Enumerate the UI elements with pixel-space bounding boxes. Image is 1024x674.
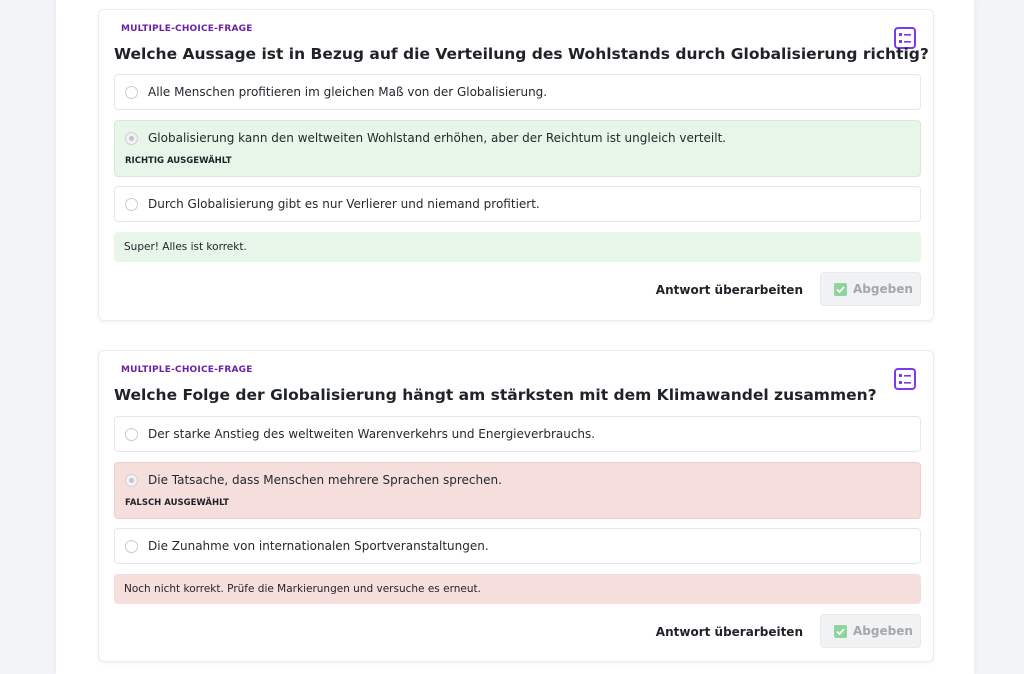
answer-option-label: Globalisierung kann den weltweiten Wohls… (148, 131, 727, 145)
radio-icon[interactable] (125, 428, 138, 441)
answer-option-label: Durch Globalisierung gibt es nur Verlier… (148, 197, 540, 211)
radio-icon[interactable] (125, 132, 138, 145)
page-content: MULTIPLE-CHOICE-FRAGE Welche Aussage ist… (56, 0, 974, 674)
radio-icon[interactable] (125, 474, 138, 487)
question-type-label: MULTIPLE-CHOICE-FRAGE (121, 24, 253, 34)
answer-option-label: Die Tatsache, dass Menschen mehrere Spra… (148, 473, 502, 487)
answer-option-label: Der starke Anstieg des weltweiten Warenv… (148, 427, 596, 441)
answer-option[interactable]: Der starke Anstieg des weltweiten Warenv… (114, 416, 921, 452)
feedback-message: Super! Alles ist korrekt. (114, 232, 921, 262)
checkbox-check-icon (834, 625, 847, 638)
answer-option[interactable]: Die Zunahme von internationalen Sportver… (114, 528, 921, 564)
radio-icon[interactable] (125, 540, 138, 553)
feedback-message: Noch nicht korrekt. Prüfe die Markierung… (114, 574, 921, 604)
revise-answer-button[interactable]: Antwort überarbeiten (655, 615, 813, 649)
answer-option[interactable]: Alle Menschen profitieren im gleichen Ma… (114, 74, 921, 110)
question-title: Welche Aussage ist in Bezug auf die Vert… (114, 45, 929, 63)
answer-option-selected[interactable]: Globalisierung kann den weltweiten Wohls… (114, 120, 921, 177)
list-icon (894, 368, 916, 390)
submit-button-label: Abgeben (853, 282, 913, 296)
answer-option-selected[interactable]: Die Tatsache, dass Menschen mehrere Spra… (114, 462, 921, 519)
revise-answer-button[interactable]: Antwort überarbeiten (655, 273, 813, 307)
answer-option-label: Alle Menschen profitieren im gleichen Ma… (148, 85, 548, 99)
answer-option-label: Die Zunahme von internationalen Sportver… (148, 539, 489, 553)
submit-button-label: Abgeben (853, 624, 913, 638)
radio-icon[interactable] (125, 86, 138, 99)
question-type-label: MULTIPLE-CHOICE-FRAGE (121, 365, 253, 375)
answer-status-badge: FALSCH AUSGEWÄHLT (125, 498, 229, 508)
submit-button[interactable]: Abgeben (820, 614, 921, 648)
checkbox-check-icon (834, 283, 847, 296)
question-card-1: MULTIPLE-CHOICE-FRAGE Welche Aussage ist… (98, 9, 934, 321)
question-title: Welche Folge der Globalisierung hängt am… (114, 386, 877, 404)
submit-button[interactable]: Abgeben (820, 272, 921, 306)
question-card-2: MULTIPLE-CHOICE-FRAGE Welche Folge der G… (98, 350, 934, 662)
answer-status-badge: RICHTIG AUSGEWÄHLT (125, 156, 232, 166)
answer-option[interactable]: Durch Globalisierung gibt es nur Verlier… (114, 186, 921, 222)
radio-icon[interactable] (125, 198, 138, 211)
